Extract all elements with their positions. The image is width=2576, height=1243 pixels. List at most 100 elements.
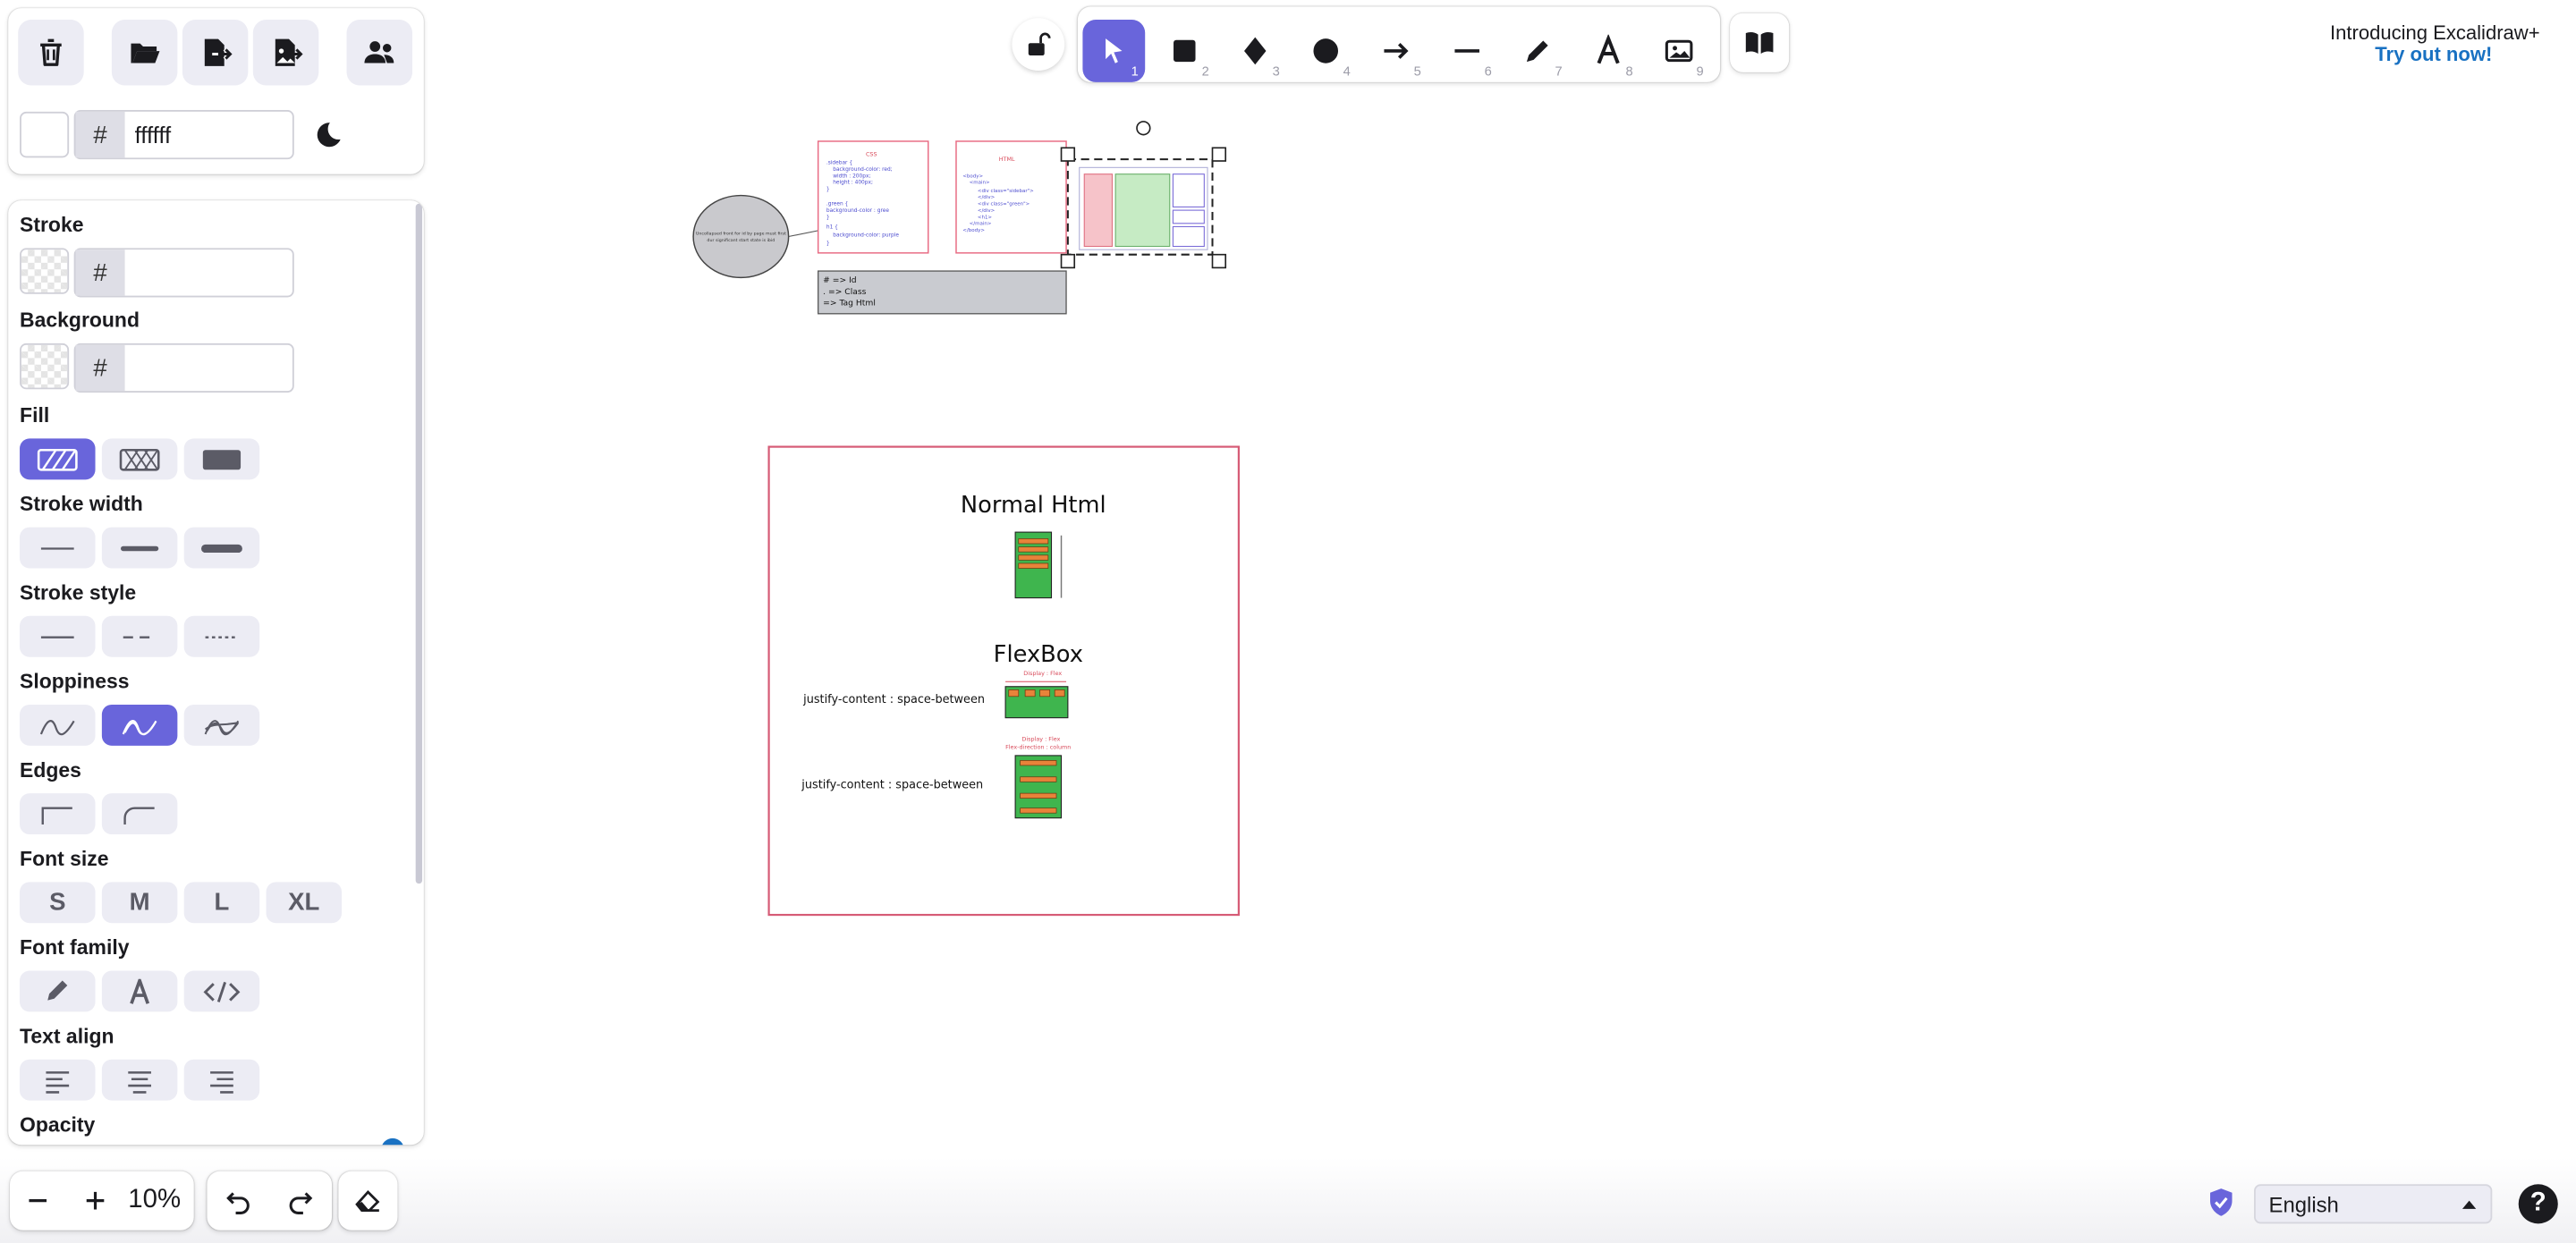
architect-icon	[39, 719, 75, 735]
font-size-l-button[interactable]: L	[183, 882, 260, 924]
zoom-level[interactable]: 10%	[128, 1186, 181, 1215]
export-image-button[interactable]	[252, 20, 319, 86]
zoom-in-button[interactable]	[67, 1171, 123, 1230]
svg-text:}: }	[826, 187, 830, 192]
diamond-tool[interactable]: 3	[1224, 20, 1286, 82]
promo-text: Introducing Excalidraw+	[2329, 21, 2540, 45]
svg-text:<body>: <body>	[962, 173, 983, 179]
svg-text:h1 {: h1 {	[826, 224, 838, 230]
font-size-m-button[interactable]: M	[101, 882, 178, 924]
sloppiness-cartoonist-button[interactable]	[183, 704, 260, 746]
save-to-button[interactable]	[182, 20, 249, 86]
undo-icon	[226, 1192, 250, 1214]
letter-a-icon	[130, 977, 150, 1003]
edges-sharp-button[interactable]	[20, 793, 96, 835]
dark-mode-toggle[interactable]	[309, 118, 344, 154]
dotted-line-icon	[205, 635, 239, 638]
jc-label-2: justify-content : space-between	[801, 779, 983, 792]
canvas-background-hex-field[interactable]: # ffffff	[73, 110, 294, 160]
stroke-width-label: Stroke width	[20, 493, 143, 516]
canvas-background-swatch[interactable]	[20, 111, 70, 158]
canvas-background-value[interactable]: ffffff	[125, 112, 292, 157]
font-size-xl-button[interactable]: XL	[266, 882, 343, 924]
draw-tool[interactable]: 7	[1506, 20, 1569, 82]
rectangle-icon	[1174, 39, 1196, 63]
background-hex-value[interactable]	[125, 345, 292, 391]
stroke-style-dashed-button[interactable]	[101, 615, 178, 657]
opacity-slider-thumb[interactable]	[381, 1137, 404, 1146]
live-collaboration-button[interactable]	[346, 20, 413, 86]
image-tool[interactable]: 9	[1648, 20, 1710, 82]
stroke-hex-field[interactable]: #	[73, 248, 294, 298]
jc-label-1: justify-content : space-between	[802, 693, 985, 706]
font-size-s-button[interactable]: S	[20, 882, 96, 924]
arrow-tool[interactable]: 5	[1365, 20, 1428, 82]
stroke-width-extra-bold-button[interactable]	[183, 527, 260, 569]
line-tool[interactable]: 6	[1436, 20, 1498, 82]
stroke-color-swatch[interactable]	[20, 248, 70, 294]
text-tool[interactable]: 8	[1577, 20, 1640, 82]
stroke-hex-value[interactable]	[125, 249, 292, 295]
book-icon	[1745, 32, 1774, 54]
svg-text:</div>: </div>	[978, 208, 996, 214]
svg-text:<main>: <main>	[970, 181, 990, 186]
encryption-shield[interactable]	[2205, 1186, 2238, 1219]
font-family-hand-drawn-button[interactable]	[20, 970, 96, 1012]
sloppiness-label: Sloppiness	[20, 670, 130, 694]
open-button[interactable]	[111, 20, 178, 86]
font-family-normal-button[interactable]	[101, 970, 178, 1012]
tool-shortcut: 5	[1413, 63, 1421, 80]
text-align-right-button[interactable]	[183, 1059, 260, 1101]
svg-text:<div class="sidebar">: <div class="sidebar">	[978, 189, 1034, 194]
language-select[interactable]: English	[2253, 1184, 2493, 1224]
language-value: English	[2268, 1191, 2339, 1217]
edges-label: Edges	[20, 758, 81, 782]
fill-hachure-button[interactable]	[20, 438, 96, 480]
sloppiness-architect-button[interactable]	[20, 704, 96, 746]
stroke-style-dotted-button[interactable]	[183, 615, 260, 657]
pencil-icon	[47, 979, 68, 1000]
artist-icon	[122, 719, 157, 735]
legend-line-1: # => Id	[823, 275, 856, 285]
font-family-code-button[interactable]	[183, 970, 260, 1012]
hash-label: #	[75, 344, 125, 392]
background-hex-field[interactable]: #	[73, 342, 294, 393]
undo-button[interactable]	[207, 1171, 269, 1230]
panel-scrollbar[interactable]	[415, 203, 423, 884]
ellipse-tool[interactable]: 4	[1294, 20, 1357, 82]
redo-button[interactable]	[269, 1171, 332, 1230]
text-align-left-button[interactable]	[20, 1059, 96, 1101]
font-family-label: Font family	[20, 935, 130, 960]
rectangle-tool[interactable]: 2	[1153, 20, 1216, 82]
thin-line-icon	[40, 546, 74, 549]
align-left-icon	[46, 1070, 70, 1093]
selection-tool[interactable]: 1	[1082, 20, 1146, 82]
stroke-style-solid-button[interactable]	[20, 615, 96, 657]
plus-icon	[86, 1191, 105, 1210]
solid-fill-icon	[202, 449, 242, 469]
sloppiness-artist-button[interactable]	[101, 704, 178, 746]
library-button[interactable]	[1730, 13, 1790, 72]
flexbox-title: FlexBox	[994, 641, 1083, 668]
stroke-width-bold-button[interactable]	[101, 527, 178, 569]
edges-round-button[interactable]	[101, 793, 178, 835]
background-color-swatch[interactable]	[20, 342, 70, 390]
tool-shortcut: 7	[1555, 63, 1563, 80]
background-label: Background	[20, 309, 140, 333]
rotation-handle	[1136, 121, 1151, 136]
fill-solid-button[interactable]	[183, 438, 260, 480]
text-align-center-button[interactable]	[101, 1059, 178, 1101]
help-button[interactable]: ?	[2518, 1184, 2558, 1224]
svg-text:}: }	[826, 241, 830, 247]
ellipse-note: Uncollapsed front for id by page must fi…	[696, 232, 786, 237]
lock-tool-button[interactable]	[1012, 18, 1065, 71]
stroke-width-thin-button[interactable]	[20, 527, 96, 569]
zoom-out-button[interactable]	[10, 1171, 65, 1230]
align-right-icon	[210, 1070, 233, 1093]
fill-cross-hatch-button[interactable]	[101, 438, 178, 480]
eraser-button[interactable]	[338, 1171, 398, 1230]
image-icon	[1665, 39, 1693, 63]
clear-canvas-button[interactable]	[18, 20, 84, 86]
solid-line-icon	[40, 635, 74, 638]
promo-link[interactable]: Try out now!	[2375, 43, 2492, 66]
